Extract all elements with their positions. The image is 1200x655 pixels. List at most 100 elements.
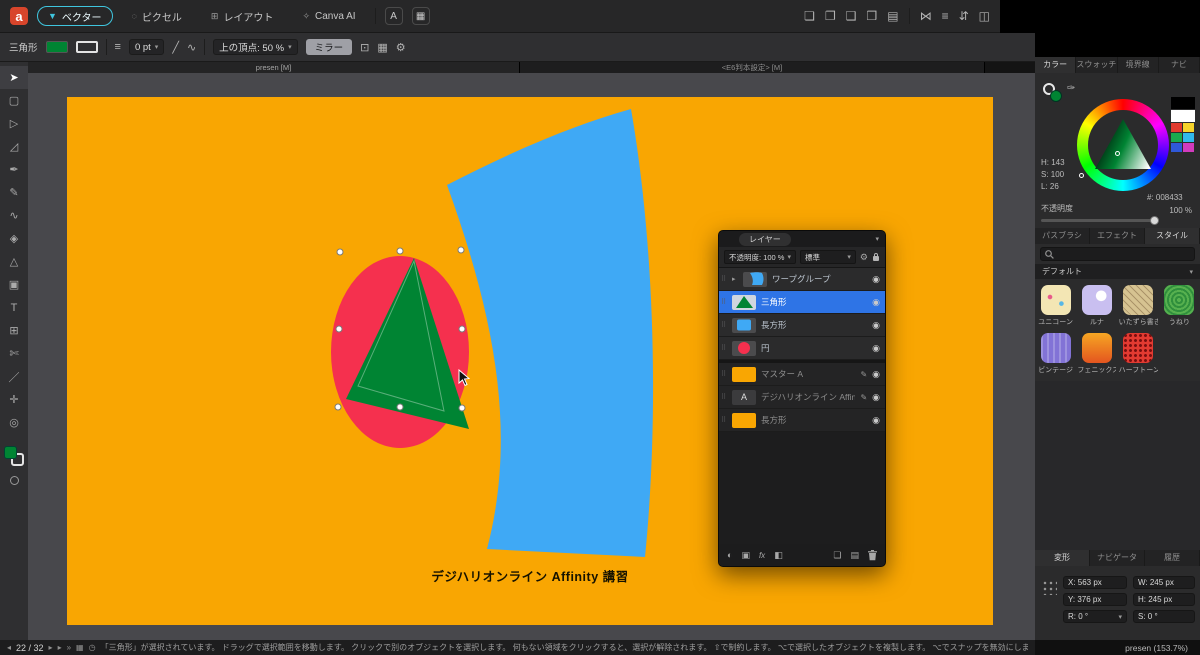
- tab-stroke[interactable]: 境界線: [1118, 57, 1159, 73]
- doc-tab-presen[interactable]: presen [M]: [28, 62, 520, 73]
- delete-trash-icon[interactable]: [868, 550, 877, 561]
- pen-tool[interactable]: ✒: [0, 158, 28, 181]
- layers-panel-header[interactable]: レイヤー ▾: [719, 231, 885, 247]
- boolean-divide-icon[interactable]: ❒: [866, 9, 877, 23]
- last-page-icon[interactable]: »: [67, 643, 71, 652]
- swatch-white[interactable]: [1171, 110, 1195, 122]
- move-tool[interactable]: ➤: [0, 66, 28, 89]
- transform-rotation-field[interactable]: R: 0 °▾: [1063, 610, 1127, 623]
- search-input[interactable]: [1040, 247, 1195, 261]
- swatch-green[interactable]: [1171, 133, 1182, 142]
- grid-icon[interactable]: ▦: [377, 41, 387, 54]
- drag-handle-icon[interactable]: ⠿: [721, 416, 727, 424]
- drag-handle-icon[interactable]: ⠿: [721, 393, 727, 401]
- visibility-toggle-icon[interactable]: ◉: [872, 369, 880, 380]
- drag-handle-icon[interactable]: ⠿: [721, 344, 727, 352]
- visibility-toggle-icon[interactable]: ◉: [872, 274, 880, 285]
- lock-icon[interactable]: [872, 252, 880, 262]
- stroke-swatch[interactable]: [76, 41, 98, 53]
- new-group-icon[interactable]: ▤: [850, 550, 859, 561]
- tab-path-brushes[interactable]: パスブラシ: [1035, 228, 1090, 244]
- app-logo[interactable]: a: [10, 7, 28, 25]
- apex-position-field[interactable]: 上の頂点: 50 % ▾: [213, 39, 297, 55]
- gear-icon[interactable]: ⚙: [396, 41, 406, 54]
- fill-swatch[interactable]: [46, 41, 68, 53]
- arrange-order-icon[interactable]: ⇵: [959, 9, 969, 23]
- snapping-icon[interactable]: ◫: [979, 9, 990, 23]
- opacity-slider-knob[interactable]: [1150, 216, 1159, 225]
- visibility-toggle-icon[interactable]: ◉: [872, 415, 880, 426]
- zoom-indicator[interactable]: presen (153.7%): [1035, 640, 1200, 655]
- swatch-black[interactable]: [1171, 97, 1195, 109]
- crop-tool[interactable]: ✄: [0, 342, 28, 365]
- character-panel-icon[interactable]: A: [385, 7, 403, 25]
- tab-effects[interactable]: エフェクト: [1090, 228, 1145, 244]
- swatch-magenta[interactable]: [1183, 143, 1194, 152]
- boolean-intersect-icon[interactable]: ❑: [846, 9, 857, 23]
- fill-color-well[interactable]: [1050, 90, 1062, 102]
- style-halftone[interactable]: ハーフトーン: [1118, 333, 1159, 375]
- expand-chevron-icon[interactable]: ▸: [732, 275, 738, 283]
- flip-horizontal-icon[interactable]: ⋈: [920, 9, 932, 23]
- transform-w-field[interactable]: W: 245 px: [1133, 576, 1195, 589]
- drag-handle-icon[interactable]: ⠿: [721, 370, 727, 378]
- layer-row-triangle-selected[interactable]: ⠿ 三角形 ◉: [719, 291, 885, 314]
- tab-transform[interactable]: 変形: [1035, 550, 1090, 566]
- style-luna[interactable]: ルナ: [1076, 285, 1117, 327]
- edit-pencil-icon[interactable]: ✎: [860, 393, 867, 402]
- pages-grid-icon[interactable]: ▦: [76, 643, 84, 652]
- layer-row-master-a[interactable]: ⠿ マスター A ✎ ◉: [719, 363, 885, 386]
- transform-shear-field[interactable]: S: 0 °: [1133, 610, 1195, 623]
- swatch-yellow[interactable]: [1183, 123, 1194, 132]
- secondary-color-icon[interactable]: [10, 476, 19, 485]
- style-scribble[interactable]: いたずら書き: [1118, 285, 1159, 327]
- swatch-red[interactable]: [1171, 123, 1182, 132]
- layer-row-circle[interactable]: ⠿ 円 ◉: [719, 337, 885, 360]
- transform-x-field[interactable]: X: 563 px: [1063, 576, 1127, 589]
- visibility-toggle-icon[interactable]: ◉: [872, 343, 880, 354]
- anchor-point-selector[interactable]: [1042, 580, 1057, 595]
- tab-navigator-top[interactable]: ナビ: [1159, 57, 1200, 73]
- new-layer-icon[interactable]: ❏: [833, 550, 841, 561]
- gear-icon[interactable]: ⚙: [860, 252, 868, 263]
- shape-tool[interactable]: △: [0, 250, 28, 273]
- insert-target-icon[interactable]: ▤: [887, 9, 898, 23]
- fill-tool[interactable]: ◈: [0, 227, 28, 250]
- play-icon[interactable]: ▸: [58, 643, 62, 652]
- fill-color-well[interactable]: [4, 446, 17, 459]
- effects-icon[interactable]: fx: [759, 551, 765, 560]
- corner-tool[interactable]: ◿: [0, 135, 28, 158]
- hand-tool[interactable]: ✛: [0, 388, 28, 411]
- doc-tab-settings[interactable]: <E6判本設定> [M]: [520, 62, 985, 73]
- prev-page-icon[interactable]: ◂: [7, 643, 11, 652]
- tab-color[interactable]: カラー: [1035, 57, 1076, 73]
- layer-row-rectangle[interactable]: ⠿ 長方形 ◉: [719, 314, 885, 337]
- selection-box-icon[interactable]: ⊡: [360, 41, 369, 54]
- artboard-tool[interactable]: ▢: [0, 89, 28, 112]
- tab-history[interactable]: 履歴: [1145, 550, 1200, 566]
- pencil-tool[interactable]: ✎: [0, 181, 28, 204]
- tab-navigator[interactable]: ナビゲータ: [1090, 550, 1145, 566]
- eyedropper-icon[interactable]: ✑: [1067, 83, 1075, 94]
- styles-category-dropdown[interactable]: デフォルト ▾: [1035, 264, 1200, 279]
- color-marker-dot[interactable]: [1115, 151, 1120, 156]
- chevron-down-icon[interactable]: ▾: [875, 235, 879, 243]
- vector-crop-icon[interactable]: ◧: [774, 550, 783, 561]
- visibility-toggle-icon[interactable]: ◉: [872, 320, 880, 331]
- persona-canva-ai[interactable]: ✧ Canva AI: [292, 6, 365, 26]
- vector-brush-tool[interactable]: ∿: [0, 204, 28, 227]
- drag-handle-icon[interactable]: ⠿: [721, 321, 727, 329]
- boolean-add-icon[interactable]: ❏: [804, 9, 815, 23]
- layer-row-warp-group[interactable]: ⠿ ▸ ワープグループ ◉: [719, 268, 885, 291]
- zoom-tool[interactable]: ◎: [0, 411, 28, 434]
- frame-tool[interactable]: ⊞: [0, 319, 28, 342]
- color-well[interactable]: [4, 446, 24, 466]
- hue-marker-dot[interactable]: [1079, 173, 1084, 178]
- rectangle-tool[interactable]: ▣: [0, 273, 28, 296]
- knife-tool[interactable]: ／: [0, 365, 28, 388]
- transform-h-field[interactable]: H: 245 px: [1133, 593, 1195, 606]
- stroke-width-field[interactable]: 0 pt ▾: [129, 39, 164, 55]
- drag-handle-icon[interactable]: ⠿: [721, 298, 727, 306]
- warp-arc-object[interactable]: [447, 109, 653, 557]
- layer-row-background-rect[interactable]: ⠿ 長方形 ◉: [719, 409, 885, 432]
